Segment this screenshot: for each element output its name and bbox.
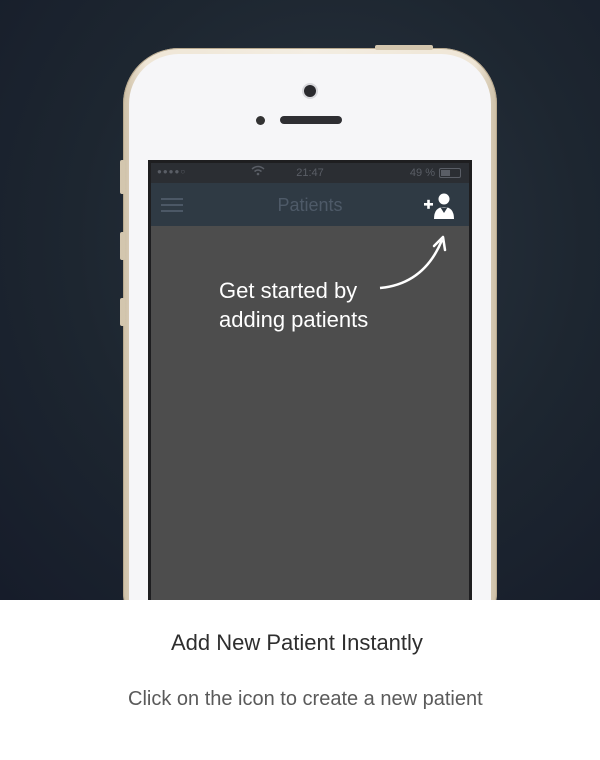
proximity-sensor: [256, 116, 265, 125]
volume-up-button: [120, 232, 125, 260]
hint-line-2: adding patients: [219, 307, 369, 332]
front-camera: [304, 85, 316, 97]
status-bar: ●●●●○ 21:47 49 %: [151, 163, 469, 183]
caption-subtitle: Click on the icon to create a new patien…: [128, 688, 483, 710]
caption-title: Add New Patient Instantly: [171, 630, 423, 655]
nav-bar: Patients: [151, 183, 469, 226]
add-patient-button[interactable]: [421, 191, 461, 221]
caption-panel: [0, 600, 600, 760]
power-button: [375, 45, 433, 50]
battery-icon: [439, 168, 461, 178]
background-stage: ●●●●○ 21:47 49 % Patients Get started by…: [0, 0, 600, 600]
add-patient-icon[interactable]: [421, 191, 461, 221]
earpiece-speaker: [280, 116, 342, 124]
mute-switch: [120, 160, 125, 194]
curved-arrow-icon: [379, 235, 447, 290]
volume-down-button: [120, 298, 125, 326]
battery-percent: 49 %: [409, 167, 435, 179]
